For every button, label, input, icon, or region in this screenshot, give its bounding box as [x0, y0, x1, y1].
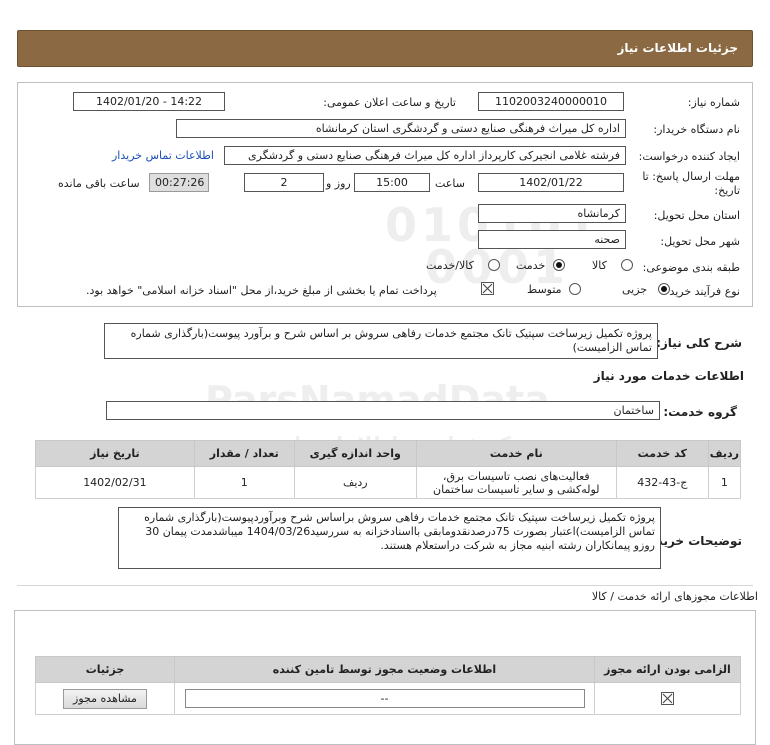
- buyer-field[interactable]: اداره کل میراث فرهنگی صنایع دستی و گردشگ…: [176, 119, 626, 138]
- table-row[interactable]: 1 ج-43-432 فعالیت‌های نصب تاسیسات برق، ل…: [35, 466, 742, 499]
- col-unit: واحد اندازه گیری: [293, 440, 417, 467]
- service-code-cell: ج-43-432: [615, 466, 709, 499]
- permit-details-cell: مشاهده مجوز: [35, 682, 175, 715]
- check-cross-icon: [482, 283, 493, 294]
- deadline-date-field[interactable]: 1402/01/22: [478, 173, 624, 192]
- col-permit-required: الزامی بودن ارائه مجوز: [594, 656, 741, 683]
- permits-table-header: الزامی بودن ارائه مجوز اطلاعات وضعیت مجو…: [35, 656, 741, 683]
- page-header: جزئیات اطلاعات نیاز: [17, 30, 753, 67]
- buyer-contact-link[interactable]: اطلاعات تماس خریدار: [112, 149, 214, 162]
- service-group-field[interactable]: ساختمان: [106, 401, 660, 420]
- category-option-goods: کالا: [592, 259, 607, 272]
- need-number-label: شماره نیاز:: [687, 96, 740, 109]
- view-permit-button[interactable]: مشاهده مجوز: [63, 688, 147, 709]
- page-title: جزئیات اطلاعات نیاز: [617, 41, 738, 55]
- buyer-label: نام دستگاه خریدار:: [653, 123, 740, 136]
- col-permit-details: جزئیات: [35, 656, 175, 683]
- announce-date-label: تاریخ و ساعت اعلان عمومی:: [323, 96, 456, 109]
- announce-date-field[interactable]: 1402/01/20 - 14:22: [73, 92, 225, 111]
- province-field[interactable]: کرمانشاه: [478, 204, 626, 223]
- row-number-cell: 1: [707, 466, 742, 499]
- col-permit-status: اطلاعات وضعیت مجوز توسط تامین کننده: [174, 656, 595, 683]
- category-radio-service[interactable]: [553, 259, 565, 271]
- services-table: ردیف کد خدمت نام خدمت واحد اندازه گیری ت…: [35, 440, 742, 499]
- need-number-field[interactable]: 1102003240000010: [478, 92, 624, 111]
- city-field[interactable]: صحنه: [478, 230, 626, 249]
- deadline-label: مهلت ارسال پاسخ: تا: [642, 170, 740, 183]
- services-section-title: اطلاعات خدمات مورد نیاز: [593, 369, 744, 383]
- permits-section-title: اطلاعات مجوزهای ارائه خدمت / کالا: [591, 590, 758, 603]
- days-label: روز و: [326, 177, 351, 190]
- creator-label: ایجاد کننده درخواست:: [638, 150, 740, 163]
- process-option-minor: جزیی: [622, 283, 648, 296]
- need-date-cell: 1402/02/31: [35, 466, 195, 499]
- deadline-time-label: ساعت: [435, 177, 465, 190]
- days-field[interactable]: 2: [244, 173, 324, 192]
- category-option-service: خدمت: [516, 259, 546, 272]
- permit-status-cell: --: [174, 682, 595, 715]
- service-group-label: گروه خدمت:: [663, 405, 737, 419]
- deadline-label-date: تاریخ:: [714, 184, 740, 197]
- permit-status-field[interactable]: --: [184, 689, 585, 708]
- permits-divider: [17, 585, 753, 586]
- permit-required-checkbox[interactable]: [661, 692, 674, 706]
- quantity-cell: 1: [193, 466, 295, 499]
- treasury-payment-checkbox[interactable]: [481, 282, 494, 295]
- creator-field[interactable]: فرشته غلامی انجیرکی کارپرداز اداره کل می…: [224, 146, 626, 165]
- category-radio-goods[interactable]: [621, 259, 633, 271]
- permits-table: الزامی بودن ارائه مجوز اطلاعات وضعیت مجو…: [35, 656, 741, 715]
- services-table-header: ردیف کد خدمت نام خدمت واحد اندازه گیری ت…: [35, 440, 742, 467]
- summary-label: شرح کلی نیاز:: [656, 336, 742, 350]
- col-quantity: تعداد / مقدار: [193, 440, 295, 467]
- remaining-time-field: 00:27:26: [149, 173, 209, 192]
- permit-required-cell: [594, 682, 741, 715]
- unit-cell: ردیف: [293, 466, 417, 499]
- process-label: نوع فرآیند خرید :: [662, 285, 740, 298]
- table-row: -- مشاهده مجوز: [35, 682, 741, 715]
- summary-text[interactable]: پروژه تکمیل زیرساخت سپتیک تانک مجتمع خدم…: [104, 323, 658, 359]
- province-label: استان محل تحویل:: [653, 209, 740, 222]
- process-radio-minor[interactable]: [658, 283, 670, 295]
- col-need-date: تاریخ نیاز: [35, 440, 195, 467]
- city-label: شهر محل تحویل:: [660, 235, 740, 248]
- process-radio-medium[interactable]: [569, 283, 581, 295]
- col-service-code: کد خدمت: [615, 440, 709, 467]
- buyer-notes-text[interactable]: پروژه تکمیل زیرساخت سپتیک تانک مجتمع خدم…: [118, 507, 661, 569]
- check-cross-icon: [662, 693, 673, 704]
- process-option-medium: متوسط: [527, 283, 562, 296]
- category-option-goods-service: کالا/خدمت: [426, 259, 474, 272]
- col-row-number: ردیف: [707, 440, 742, 467]
- treasury-payment-note: پرداخت تمام یا بخشی از مبلغ خرید،از محل …: [86, 284, 437, 297]
- col-service-name: نام خدمت: [415, 440, 617, 467]
- category-radio-goods-service[interactable]: [488, 259, 500, 271]
- deadline-time-field[interactable]: 15:00: [354, 173, 430, 192]
- service-name-cell: فعالیت‌های نصب تاسیسات برق، لوله‌کشی و س…: [415, 466, 617, 499]
- category-label: طبقه بندی موضوعی:: [642, 261, 740, 274]
- remaining-time-label: ساعت باقی مانده: [58, 177, 140, 190]
